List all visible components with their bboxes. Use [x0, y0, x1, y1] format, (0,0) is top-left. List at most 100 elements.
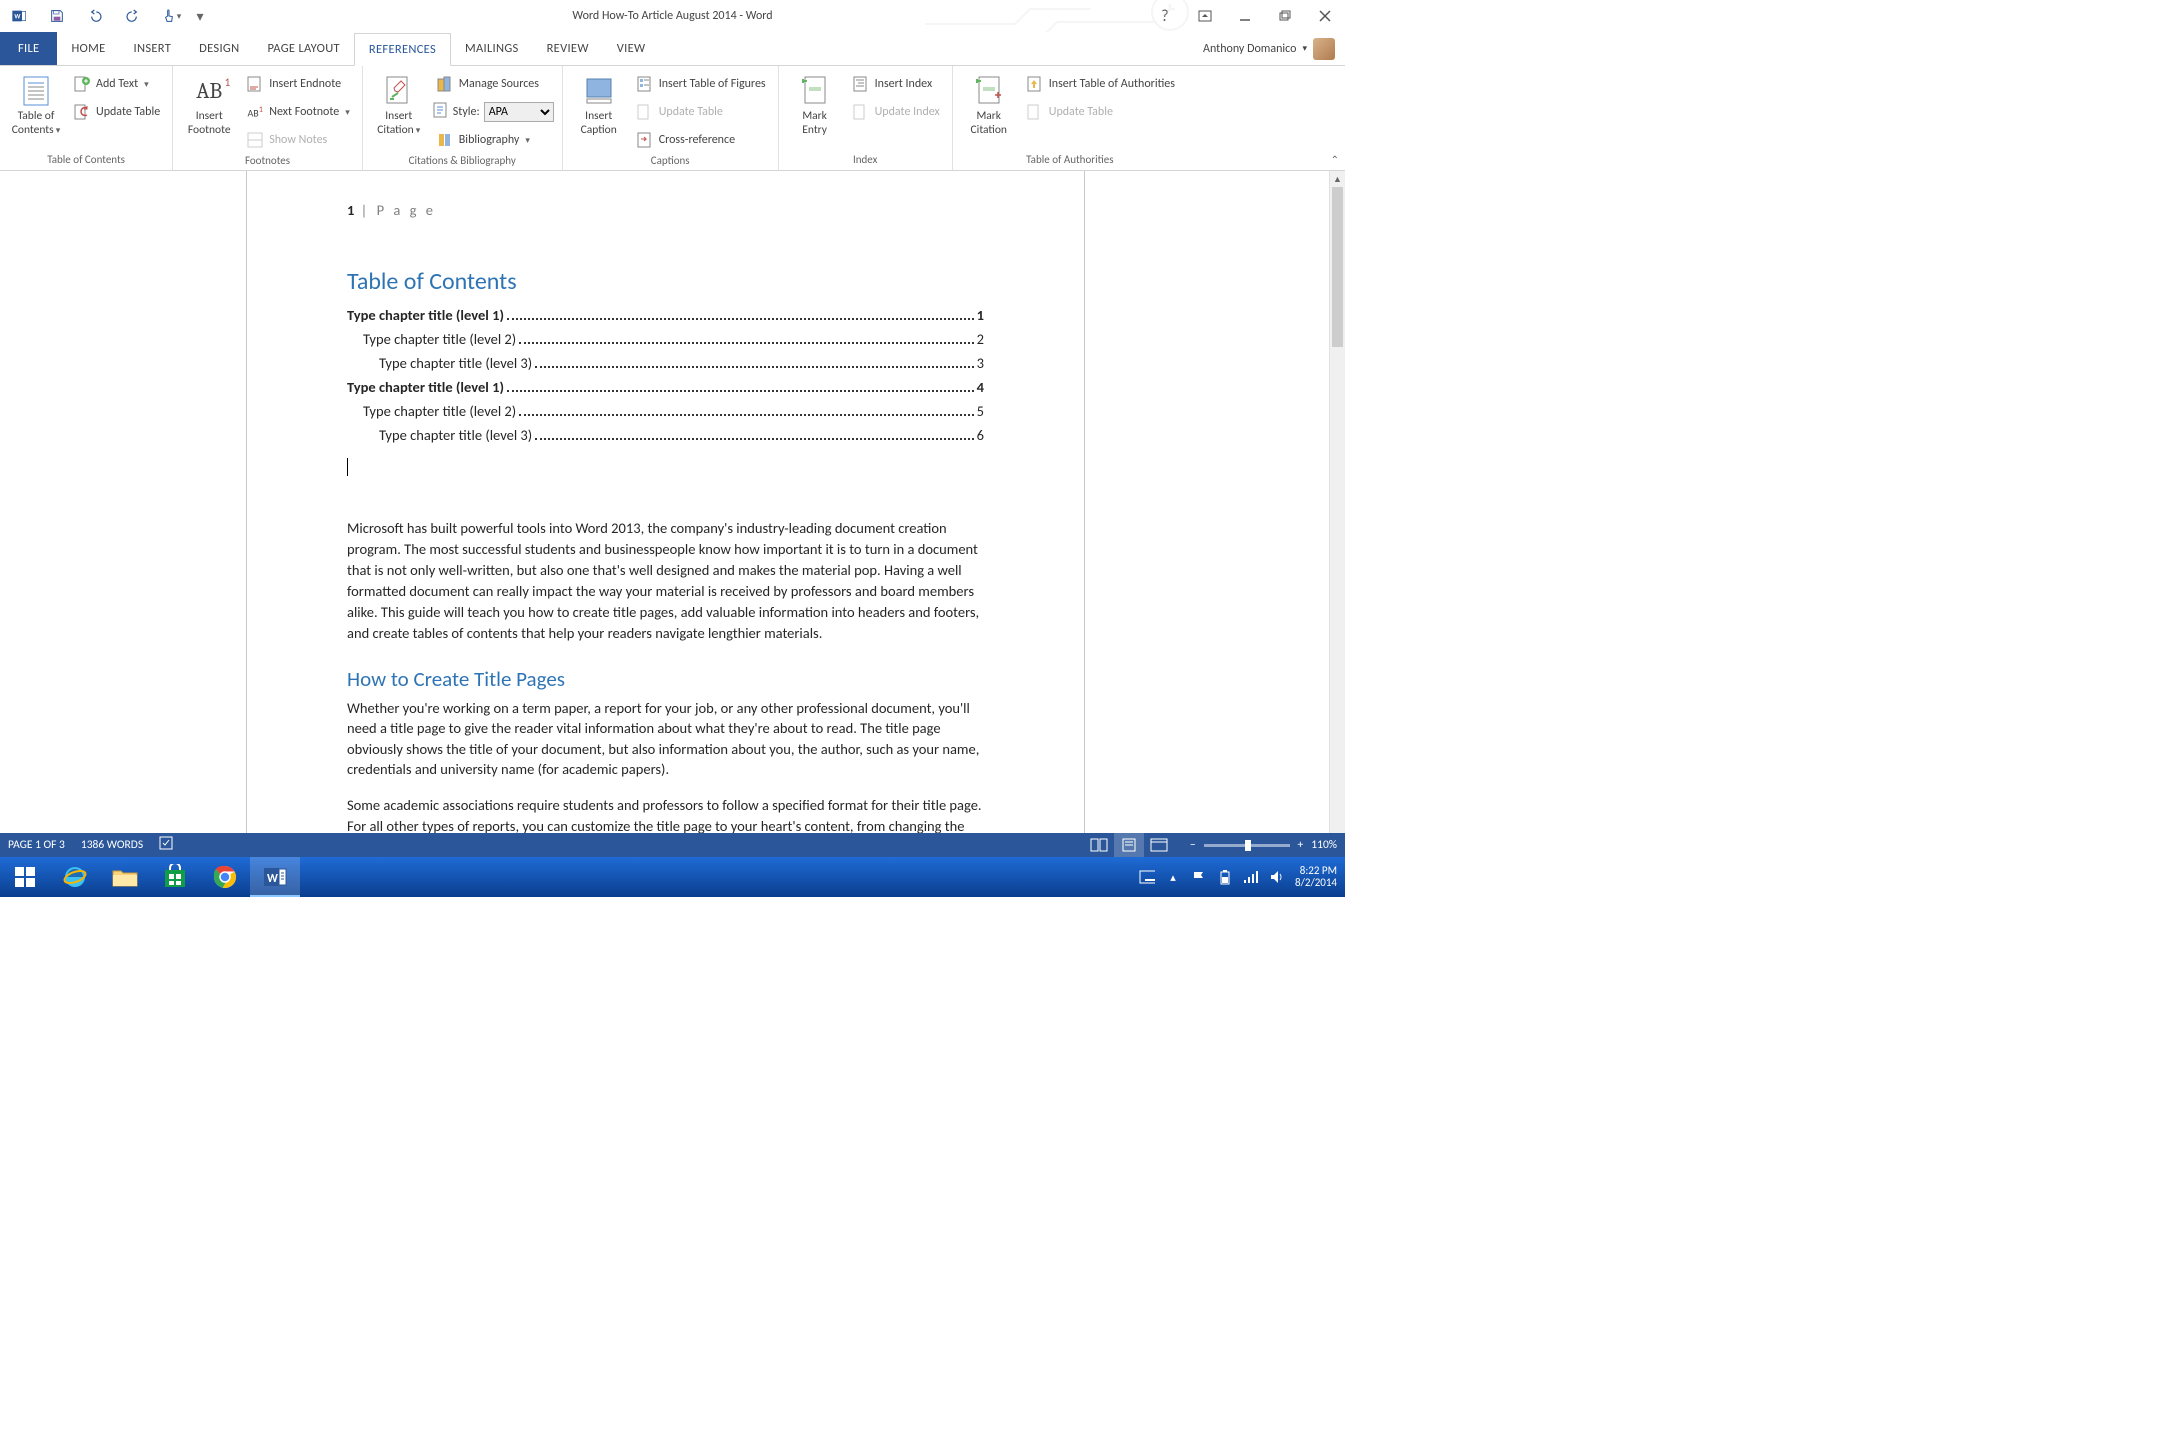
spellcheck-icon[interactable] [159, 835, 175, 855]
toc-icon [19, 74, 53, 108]
redo-icon[interactable] [114, 0, 152, 32]
wifi-icon[interactable] [1243, 869, 1259, 885]
tab-review[interactable]: REVIEW [533, 32, 603, 65]
account-menu[interactable]: Anthony Domanico ▾ [1193, 32, 1345, 65]
keyboard-icon[interactable] [1139, 869, 1155, 885]
page-count[interactable]: PAGE 1 OF 3 [8, 838, 65, 852]
mark-entry-button[interactable]: Mark Entry [787, 70, 843, 151]
toc-entry: Type chapter title (level 2)5 [347, 402, 984, 420]
tab-home[interactable]: HOME [57, 32, 119, 65]
document-area[interactable]: 1 | P a g e Table of Contents Type chapt… [0, 171, 1329, 864]
vertical-scrollbar[interactable]: ▲ ▼ [1329, 171, 1345, 864]
toc-heading: Table of Contents [347, 267, 984, 296]
add-text-button[interactable]: Add Text [70, 72, 164, 96]
zoom-out-icon[interactable]: − [1190, 838, 1196, 852]
insert-index-button[interactable]: Insert Index [849, 72, 944, 96]
word-taskbar-icon[interactable]: W [250, 857, 300, 897]
undo-icon[interactable] [76, 0, 114, 32]
scroll-thumb[interactable] [1332, 187, 1343, 347]
insert-footnote-button[interactable]: AB1 Insert Footnote [181, 70, 237, 152]
update-index-button: Update Index [849, 100, 944, 124]
ribbon: Table of Contents Add Text Update Table … [0, 66, 1345, 171]
document-page[interactable]: 1 | P a g e Table of Contents Type chapt… [247, 171, 1084, 864]
view-buttons [1084, 833, 1174, 857]
ribbon-tabs: FILE HOME INSERT DESIGN PAGE LAYOUT REFE… [0, 32, 1345, 66]
web-layout-icon[interactable] [1144, 833, 1174, 857]
maximize-icon[interactable] [1265, 0, 1305, 32]
file-explorer-icon[interactable] [100, 857, 150, 897]
group-authorities: Mark Citation Insert Table of Authoritie… [953, 66, 1187, 170]
tab-view[interactable]: VIEW [603, 32, 660, 65]
group-footnotes: AB1 Insert Footnote Insert Endnote AB1Ne… [173, 66, 363, 170]
store-icon[interactable] [150, 857, 200, 897]
next-footnote-button[interactable]: AB1Next Footnote [243, 100, 354, 124]
footnote-icon: AB1 [192, 74, 226, 108]
insert-table-of-figures-button[interactable]: Insert Table of Figures [633, 72, 770, 96]
taskbar: W ▴ 8:22 PM 8/2/2014 [0, 857, 1345, 897]
citation-icon [382, 74, 416, 108]
scroll-up-icon[interactable]: ▲ [1330, 171, 1345, 187]
group-index: Mark Entry Insert Index Update Index Ind… [779, 66, 953, 170]
word-icon[interactable]: W [0, 0, 38, 32]
insert-authorities-icon [1027, 76, 1043, 92]
citation-style-row: Style: APA [433, 100, 554, 124]
tab-mailings[interactable]: MAILINGS [451, 32, 533, 65]
close-icon[interactable] [1305, 0, 1345, 32]
touch-mode-icon[interactable] [152, 0, 190, 32]
citation-style-select[interactable]: APA [484, 102, 554, 122]
insert-endnote-button[interactable]: Insert Endnote [243, 72, 354, 96]
text-cursor [347, 458, 348, 476]
insert-citation-button[interactable]: Insert Citation [371, 70, 427, 152]
read-mode-icon[interactable] [1084, 833, 1114, 857]
minimize-icon[interactable] [1225, 0, 1265, 32]
volume-icon[interactable] [1269, 869, 1285, 885]
mark-entry-icon [798, 74, 832, 108]
toc-entry: Type chapter title (level 1)1 [347, 306, 984, 324]
update-index-icon [853, 104, 869, 120]
update-authorities-button: Update Table [1023, 100, 1179, 124]
scroll-track[interactable] [1330, 187, 1345, 848]
start-button[interactable] [0, 857, 50, 897]
page-header: 1 | P a g e [347, 201, 984, 219]
zoom-slider[interactable] [1204, 844, 1290, 847]
tab-page-layout[interactable]: PAGE LAYOUT [253, 32, 353, 65]
zoom-level[interactable]: 110% [1311, 838, 1337, 852]
group-captions: Insert Caption Insert Table of Figures U… [563, 66, 779, 170]
toc-list: Type chapter title (level 1)1 Type chapte… [347, 306, 984, 444]
update-captions-table-button: Update Table [633, 100, 770, 124]
manage-sources-button[interactable]: Manage Sources [433, 72, 554, 96]
update-table-button[interactable]: Update Table [70, 100, 164, 124]
tray-chevron-icon[interactable]: ▴ [1165, 869, 1181, 885]
print-layout-icon[interactable] [1114, 833, 1144, 857]
insert-authorities-button[interactable]: Insert Table of Authorities [1023, 72, 1179, 96]
insert-caption-button[interactable]: Insert Caption [571, 70, 627, 152]
insert-index-icon [853, 76, 869, 92]
show-notes-button: Show Notes [243, 128, 354, 152]
zoom-controls: − + 110% [1190, 838, 1337, 852]
toc-entry: Type chapter title (level 3)3 [347, 354, 984, 372]
bibliography-button[interactable]: Bibliography [433, 128, 554, 152]
tab-design[interactable]: DESIGN [185, 32, 253, 65]
battery-icon[interactable] [1217, 869, 1233, 885]
add-text-icon [74, 76, 90, 92]
mark-citation-button[interactable]: Mark Citation [961, 70, 1017, 151]
table-of-contents-button[interactable]: Table of Contents [8, 70, 64, 151]
chrome-icon[interactable] [200, 857, 250, 897]
svg-text:W: W [14, 13, 20, 21]
tab-file[interactable]: FILE [0, 32, 57, 65]
save-icon[interactable] [38, 0, 76, 32]
clock[interactable]: 8:22 PM 8/2/2014 [1295, 865, 1337, 889]
zoom-in-icon[interactable]: + [1298, 838, 1304, 852]
tab-references[interactable]: REFERENCES [354, 33, 451, 66]
update-authorities-icon [1027, 104, 1043, 120]
account-name: Anthony Domanico [1203, 42, 1296, 56]
caption-icon [582, 74, 616, 108]
ie-icon[interactable] [50, 857, 100, 897]
window-title: Word How-To Article August 2014 - Word [572, 9, 772, 23]
word-count[interactable]: 1386 WORDS [81, 838, 143, 852]
collapse-ribbon-icon[interactable]: ⌃ [1331, 153, 1339, 166]
cross-reference-button[interactable]: Cross-reference [633, 128, 770, 152]
flag-icon[interactable] [1191, 869, 1207, 885]
tab-insert[interactable]: INSERT [120, 32, 186, 65]
qat-customize-icon[interactable]: ▾ [190, 0, 210, 32]
